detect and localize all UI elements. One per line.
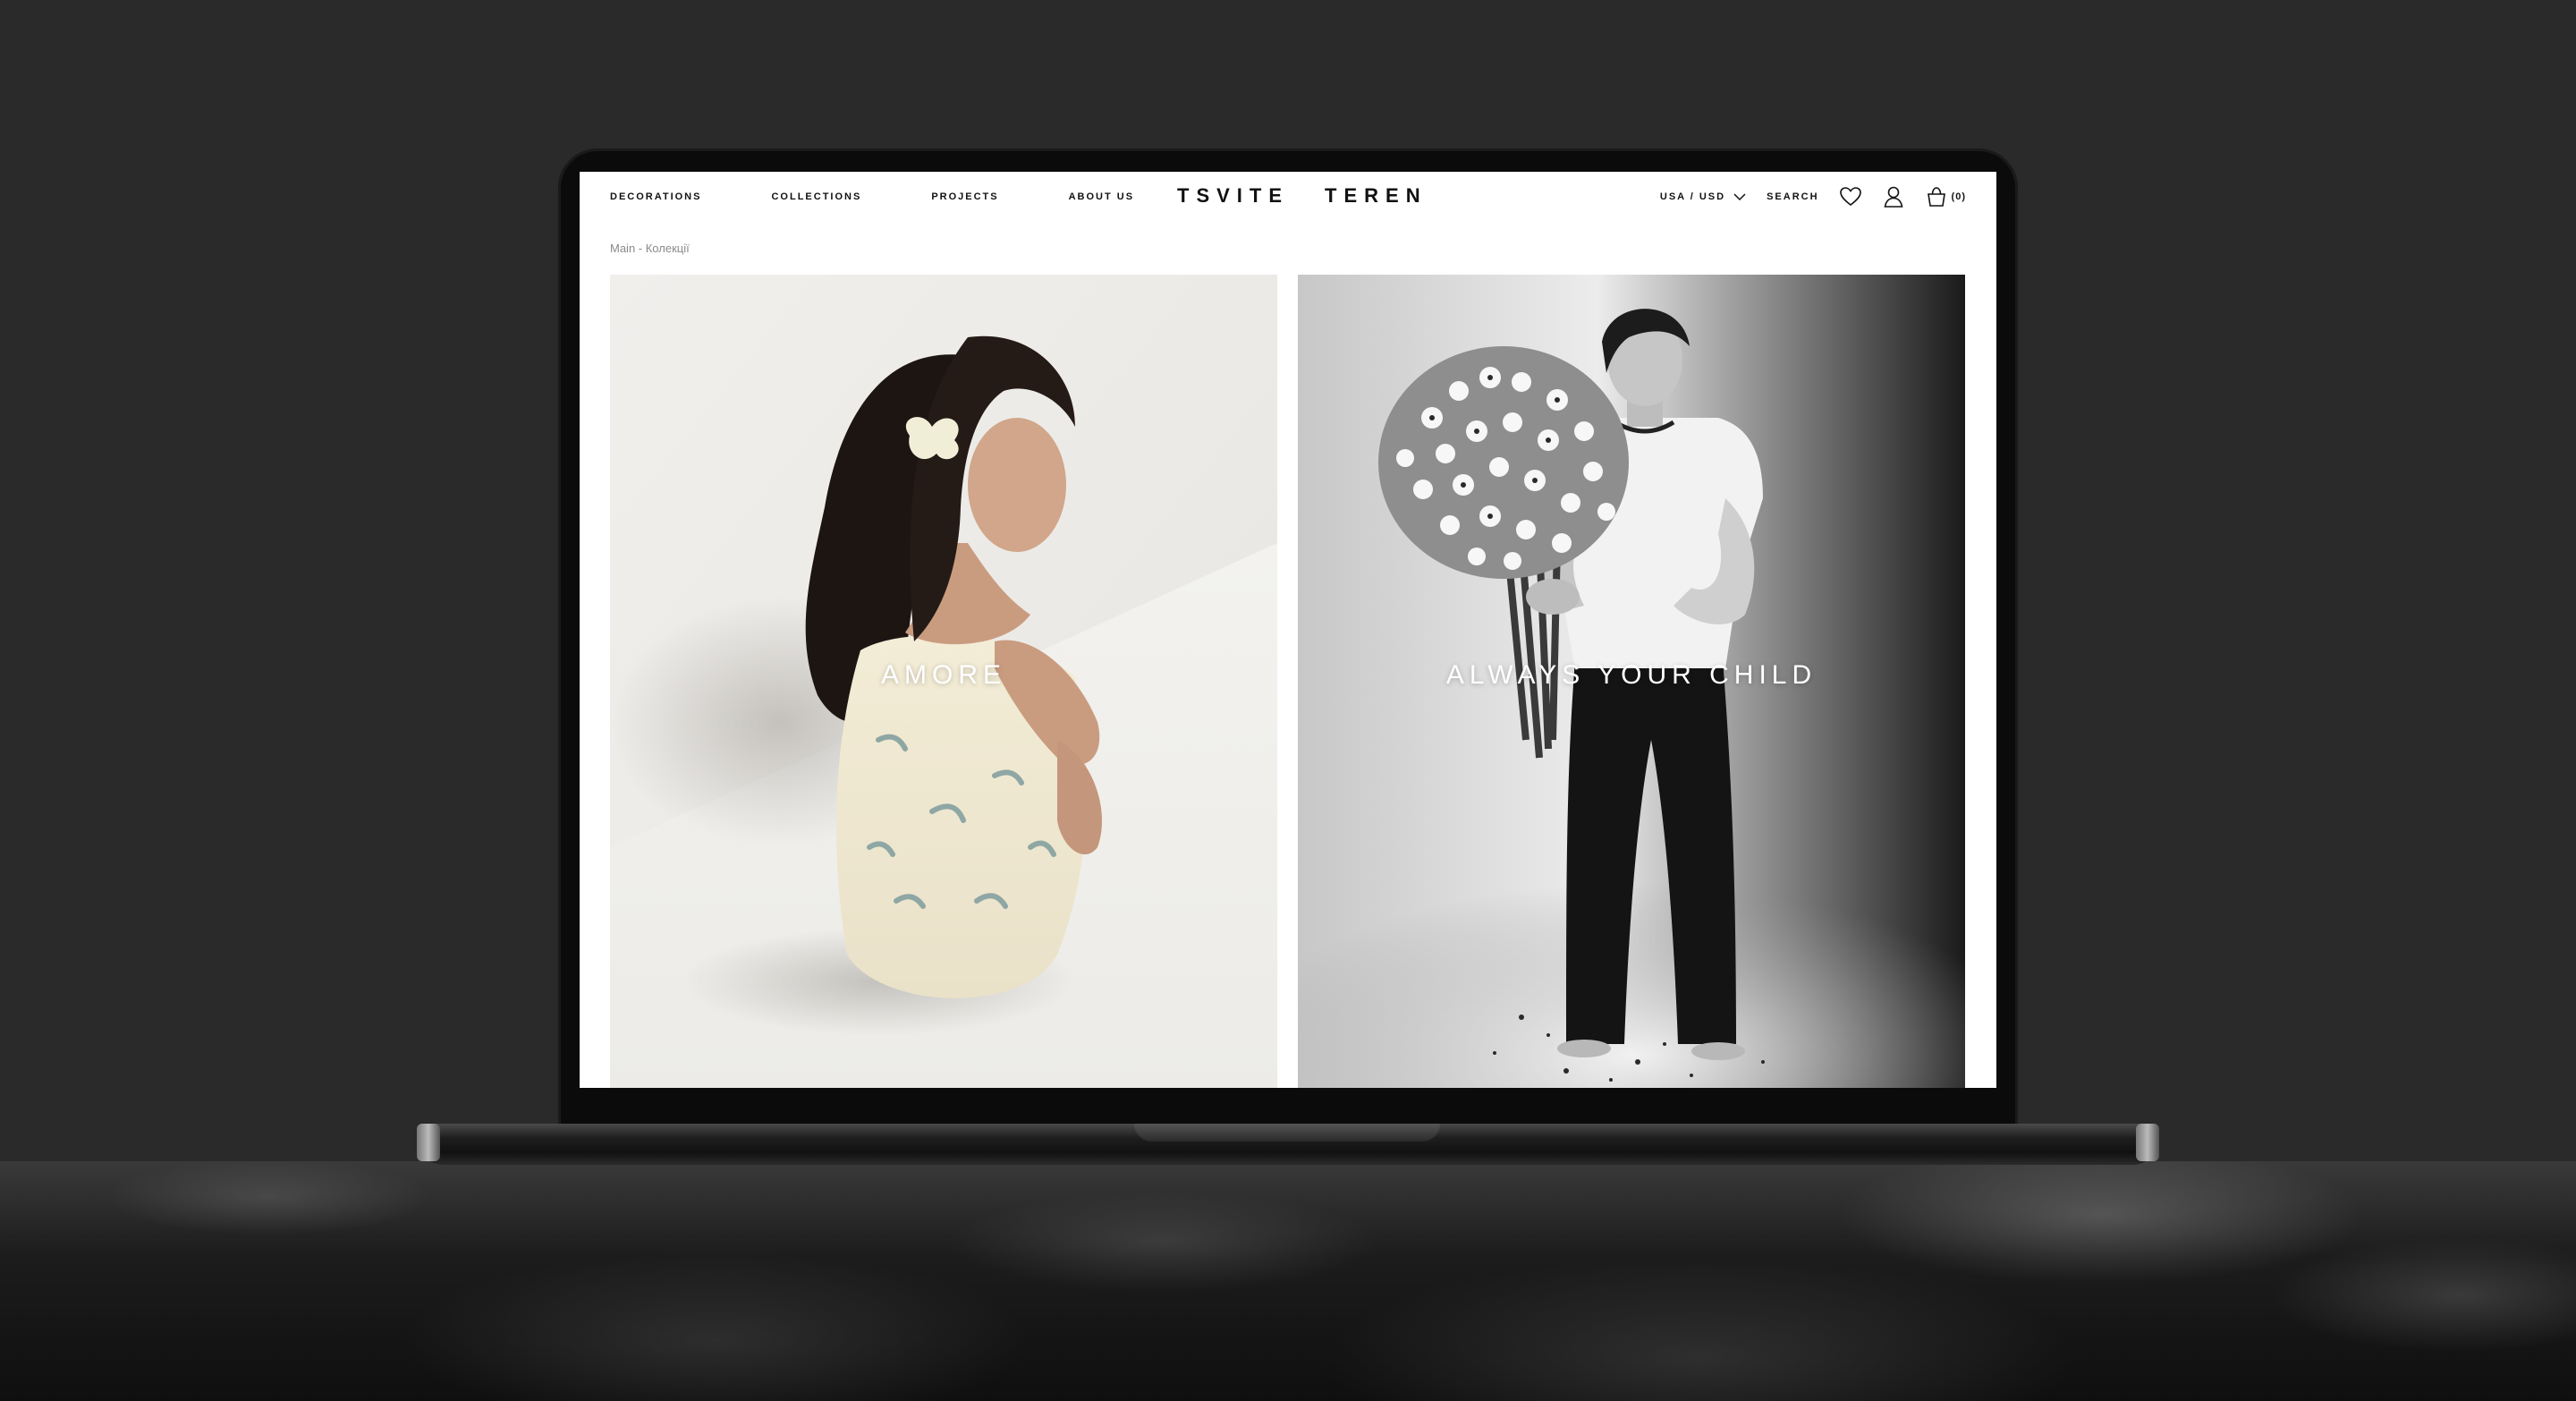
logo-word-2: TEREN xyxy=(1325,184,1428,207)
nav-decorations[interactable]: DECORATIONS xyxy=(610,191,701,202)
nav-projects[interactable]: PROJECTS xyxy=(931,191,998,202)
main-nav: DECORATIONS COLLECTIONS PROJECTS ABOUT U… xyxy=(610,191,1134,202)
laptop-notch xyxy=(1134,1124,1440,1142)
cart-button[interactable]: (0) xyxy=(1925,185,1966,208)
laptop-screen: DECORATIONS COLLECTIONS PROJECTS ABOUT U… xyxy=(580,172,1996,1088)
breadcrumb[interactable]: Main - Колекції xyxy=(610,242,690,255)
currency-label: USA / USD xyxy=(1659,191,1726,202)
site-header: DECORATIONS COLLECTIONS PROJECTS ABOUT U… xyxy=(580,172,1996,222)
chevron-down-icon xyxy=(1733,190,1747,204)
collection-title-amore: AMORE xyxy=(880,660,1006,690)
brand-logo[interactable]: TSVITE TEREN xyxy=(1177,184,1428,208)
nav-collections[interactable]: COLLECTIONS xyxy=(771,191,861,202)
heart-icon[interactable] xyxy=(1839,185,1862,208)
logo-word-1: TSVITE xyxy=(1177,184,1290,207)
header-actions: USA / USD SEARCH (0) xyxy=(1660,185,1966,208)
collection-title-always-your-child: ALWAYS YOUR CHILD xyxy=(1445,660,1818,690)
rock-ground xyxy=(0,1161,2576,1401)
nav-about-us[interactable]: ABOUT US xyxy=(1069,191,1134,202)
bag-icon xyxy=(1925,185,1948,208)
currency-selector[interactable]: USA / USD xyxy=(1660,190,1747,204)
user-icon[interactable] xyxy=(1882,185,1905,208)
collection-card-always-your-child[interactable]: ALWAYS YOUR CHILD xyxy=(1298,275,1965,1088)
search-link[interactable]: SEARCH xyxy=(1767,191,1818,202)
cart-count: (0) xyxy=(1951,191,1966,202)
collection-card-amore[interactable]: AMORE xyxy=(610,275,1277,1088)
